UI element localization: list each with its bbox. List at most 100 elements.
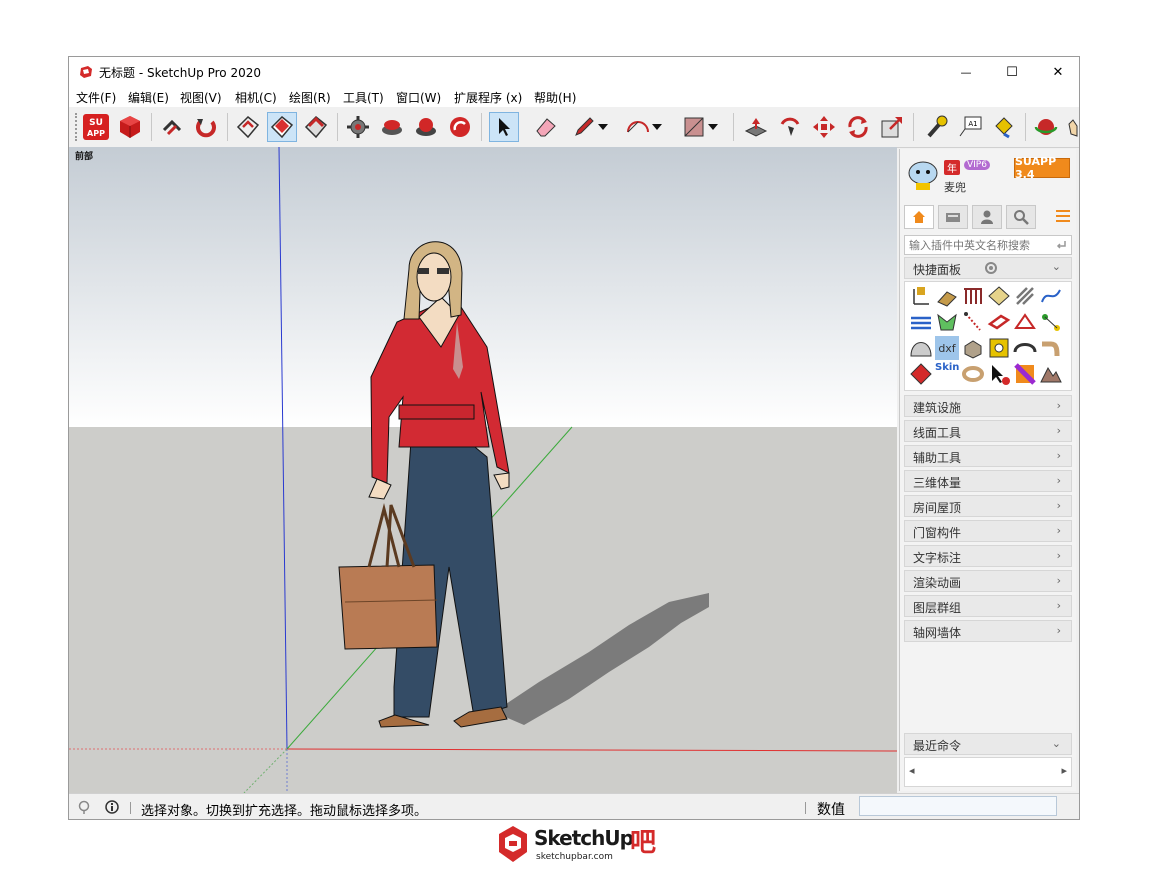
scale-tool-button[interactable] (877, 112, 907, 142)
push-pull-button[interactable] (741, 112, 771, 142)
style-shaded-button[interactable] (301, 112, 331, 142)
warehouse-button[interactable] (157, 112, 187, 142)
category-door-window[interactable]: 门窗构件 › (904, 520, 1072, 542)
green-fold-icon[interactable] (935, 310, 959, 334)
tape-measure-button[interactable] (921, 112, 951, 142)
menu-window[interactable]: 窗口(W) (396, 89, 441, 106)
text-tool-button[interactable]: A1 (955, 112, 985, 142)
arc-dropdown[interactable] (649, 112, 665, 142)
menu-edit[interactable]: 编辑(E) (128, 89, 169, 106)
category-3d-volume[interactable]: 三维体量 › (904, 470, 1072, 492)
paint-bucket-button[interactable] (989, 112, 1019, 142)
scene-tab-label[interactable]: 前部 (75, 149, 93, 162)
tab-keyboard[interactable] (938, 205, 968, 229)
category-grid-wall[interactable]: 轴网墙体 › (904, 620, 1072, 642)
style-xray-button[interactable] (233, 112, 263, 142)
info-icon[interactable] (105, 800, 119, 814)
pin-connect-icon[interactable] (1039, 310, 1063, 334)
fence-icon[interactable] (961, 284, 985, 308)
menu-extensions[interactable]: 扩展程序 (x) (454, 89, 522, 106)
stripes-icon[interactable] (1013, 284, 1037, 308)
select-tool-button[interactable] (489, 112, 519, 142)
plugin-search-box[interactable] (904, 235, 1072, 255)
close-button[interactable]: ✕ (1035, 57, 1079, 87)
settings-gear-button[interactable] (343, 112, 373, 142)
minimize-button[interactable]: — (943, 57, 989, 87)
layers-icon[interactable] (909, 310, 933, 334)
enter-icon (1056, 241, 1066, 249)
toolbar-grip[interactable] (75, 113, 80, 141)
menu-file[interactable]: 文件(F) (76, 89, 116, 106)
ring-icon[interactable] (961, 362, 985, 386)
dots-line-icon[interactable] (961, 310, 985, 334)
category-render-animation[interactable]: 渲染动画 › (904, 570, 1072, 592)
chevron-down-icon: ⌄ (1051, 737, 1061, 750)
dome-icon[interactable] (909, 336, 933, 360)
menu-camera[interactable]: 相机(C) (235, 89, 277, 106)
category-text-annotation[interactable]: 文字标注 › (904, 545, 1072, 567)
component-button[interactable] (115, 112, 145, 142)
menu-view[interactable]: 视图(V) (180, 89, 222, 106)
color-cube-icon[interactable] (1013, 362, 1037, 386)
suapp-version-button[interactable]: SUAPP 3.4 (1014, 155, 1070, 181)
maximize-button[interactable]: ☐ (989, 57, 1035, 87)
component-red-button[interactable] (377, 112, 407, 142)
red-frame-icon[interactable] (987, 310, 1011, 334)
menu-draw[interactable]: 绘图(R) (289, 89, 331, 106)
menu-tools[interactable]: 工具(T) (343, 89, 384, 106)
style-shaded-icon (304, 115, 328, 139)
axes-tool-icon[interactable] (909, 284, 933, 308)
plugin-search-input[interactable] (909, 237, 1049, 253)
skin-tool-icon[interactable]: Skin (935, 362, 959, 386)
panel-menu-button[interactable] (1054, 207, 1072, 225)
eraser-tool-button[interactable] (531, 112, 561, 142)
toolbar-separator (337, 113, 338, 141)
triangle-points-icon[interactable] (1013, 310, 1037, 334)
orbit-button[interactable] (1031, 112, 1061, 142)
rotate-tool-button[interactable] (843, 112, 873, 142)
menu-help[interactable]: 帮助(H) (534, 89, 576, 106)
diamond-face-icon[interactable] (987, 284, 1011, 308)
frame-hole-icon[interactable] (987, 336, 1011, 360)
user-avatar[interactable] (906, 157, 940, 191)
terrain-icon[interactable] (1039, 362, 1063, 386)
measurement-input[interactable] (859, 796, 1057, 816)
pan-button-partial[interactable] (1065, 112, 1079, 142)
chevron-down-icon[interactable]: ⌄ (1052, 260, 1061, 273)
category-room-roof[interactable]: 房间屋顶 › (904, 495, 1072, 517)
gear-icon[interactable] (983, 260, 999, 276)
style-backedges-button[interactable] (267, 112, 297, 142)
red-gem-icon[interactable] (909, 362, 933, 386)
orbit-extension-button[interactable] (191, 112, 221, 142)
box-stair-icon[interactable] (935, 284, 959, 308)
extension-warehouse-button[interactable] (411, 112, 441, 142)
category-line-face-tools[interactable]: 线面工具 › (904, 420, 1072, 442)
tab-home[interactable] (904, 205, 934, 229)
follow-me-button[interactable] (775, 112, 805, 142)
tab-search[interactable] (1006, 205, 1036, 229)
scroll-right-icon[interactable]: ▸ (1061, 764, 1067, 777)
recent-commands-header[interactable]: 最近命令 ⌄ (904, 733, 1072, 755)
geolocation-icon[interactable] (77, 800, 91, 814)
category-auxiliary-tools[interactable]: 辅助工具 › (904, 445, 1072, 467)
trimble-connect-button[interactable] (445, 112, 475, 142)
quick-panel-header[interactable]: 快捷面板 ⌄ (904, 257, 1072, 279)
minimize-icon: — (960, 65, 972, 79)
dxf-import-icon[interactable]: dxf (935, 336, 959, 360)
scroll-left-icon[interactable]: ◂ (909, 764, 915, 777)
tab-user[interactable] (972, 205, 1002, 229)
move-tool-button[interactable] (809, 112, 839, 142)
pipe-elbow-icon[interactable] (1039, 336, 1063, 360)
cursor-badge-icon[interactable] (987, 362, 1011, 386)
category-layer-group[interactable]: 图层群组 › (904, 595, 1072, 617)
shape-dropdown[interactable] (705, 112, 721, 142)
arch-icon[interactable] (1013, 336, 1037, 360)
modeling-viewport[interactable]: 前部 (69, 147, 897, 793)
chevron-right-icon: › (1056, 524, 1061, 537)
suapp-toolbar-button[interactable]: SU APP (81, 112, 111, 142)
curve-surface-icon[interactable] (1039, 284, 1063, 308)
box-icon[interactable] (961, 336, 985, 360)
pencil-dropdown[interactable] (595, 112, 611, 142)
recent-commands-scroller[interactable]: ◂ ▸ (904, 757, 1072, 787)
category-building-facilities[interactable]: 建筑设施 › (904, 395, 1072, 417)
